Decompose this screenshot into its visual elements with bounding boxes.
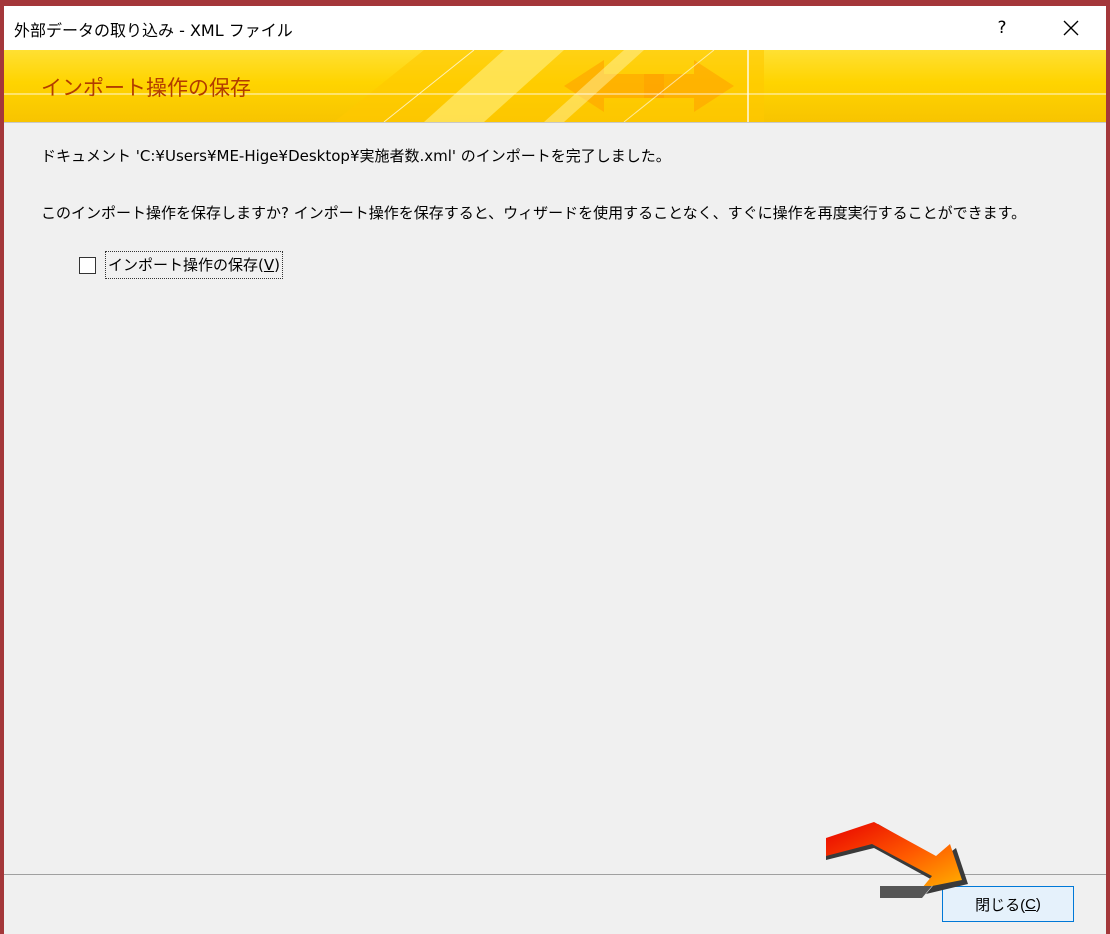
window-frame-right — [1106, 0, 1110, 934]
footer-separator — [4, 874, 1106, 875]
close-icon — [1063, 20, 1079, 36]
save-import-accelerator: V — [263, 256, 275, 274]
header-banner: インポート操作の保存 — [4, 50, 1106, 123]
banner-title: インポート操作の保存 — [41, 76, 251, 100]
import-dialog: 外部データの取り込み - XML ファイル ? インポート操作の保存 ドキュメン… — [0, 0, 1110, 934]
completion-message: ドキュメント 'C:¥Users¥ME-Hige¥Desktop¥実施者数.xm… — [41, 147, 671, 165]
save-import-label[interactable]: インポート操作の保存(V) — [105, 251, 283, 279]
save-import-option[interactable]: インポート操作の保存(V) — [79, 251, 283, 279]
save-import-label-suffix: ) — [274, 256, 280, 274]
save-prompt-text: このインポート操作を保存しますか? インポート操作を保存すると、ウィザードを使用… — [41, 204, 1027, 222]
save-import-checkbox[interactable] — [79, 256, 96, 274]
save-import-label-prefix: インポート操作の保存( — [108, 256, 264, 274]
close-button-prefix: 閉じる( — [975, 896, 1026, 914]
window-close-button[interactable] — [1048, 6, 1094, 50]
close-button-accelerator: C — [1025, 895, 1036, 913]
close-button-suffix: ) — [1035, 895, 1041, 913]
title-bar[interactable]: 外部データの取り込み - XML ファイル ? — [4, 6, 1106, 50]
help-button[interactable]: ? — [979, 6, 1025, 50]
window-frame-left — [0, 0, 4, 934]
help-icon: ? — [997, 18, 1007, 38]
close-button[interactable]: 閉じる(C) — [942, 886, 1074, 922]
window-title: 外部データの取り込み - XML ファイル — [14, 21, 293, 40]
